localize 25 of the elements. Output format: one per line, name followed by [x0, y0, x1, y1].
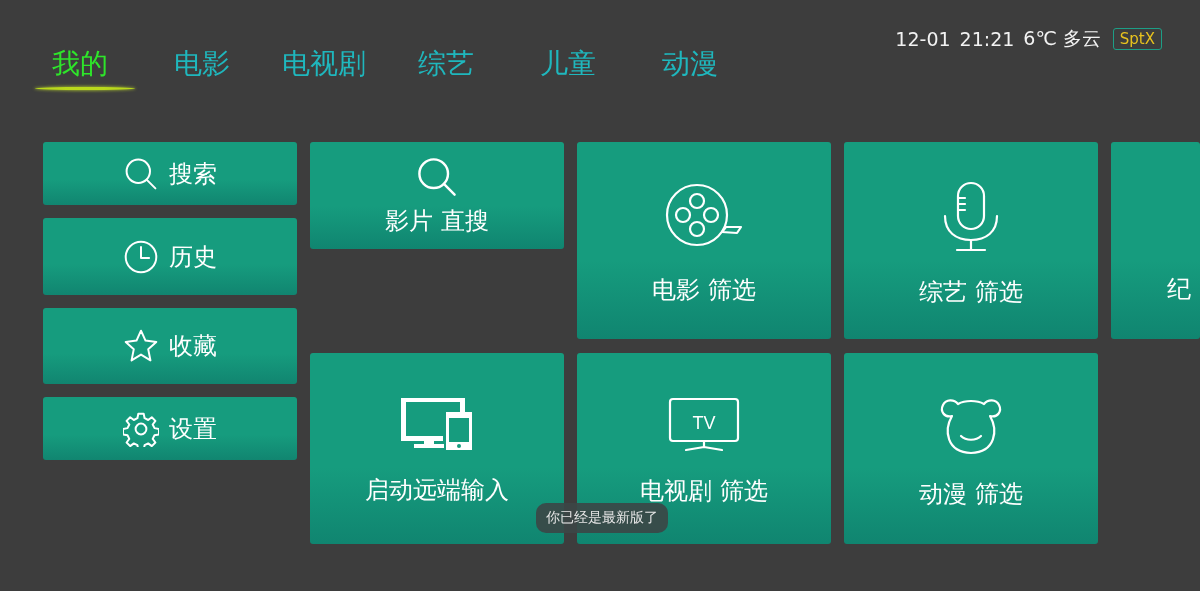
nav-tab[interactable]: 我的	[19, 44, 141, 94]
clock-icon	[123, 238, 159, 275]
nav-tab[interactable]: 儿童	[507, 44, 629, 94]
nav-tab[interactable]: 电影	[141, 44, 263, 94]
category-tile[interactable]: 综艺 筛选	[844, 142, 1098, 339]
nav-tab[interactable]: 综艺	[385, 44, 507, 94]
menu-button[interactable]: 搜索	[43, 142, 297, 205]
status-date: 12-01	[895, 28, 951, 50]
version-badge: SptX	[1112, 28, 1162, 50]
nav-tab[interactable]: 动漫	[629, 44, 751, 94]
star-icon	[123, 328, 159, 364]
menu-button[interactable]: 收藏	[43, 308, 297, 384]
category-tile[interactable]: 纪	[1111, 142, 1200, 339]
menu-button[interactable]: 设置	[43, 397, 297, 460]
status-time: 21:21	[959, 28, 1015, 50]
weather-text: 6℃ 多云	[1023, 26, 1101, 51]
category-tile[interactable]: 影片 直搜	[310, 142, 564, 249]
toast-message: 你已经是最新版了	[536, 503, 668, 533]
monitor-and-phone-icon	[401, 397, 473, 452]
menu-button[interactable]: 历史	[43, 218, 297, 295]
microphone-icon	[941, 179, 1001, 254]
nav-tab[interactable]: 电视剧	[263, 44, 385, 94]
category-tile[interactable]: 电影 筛选	[577, 142, 831, 339]
gear-icon	[123, 410, 159, 447]
category-tile[interactable]: 动漫 筛选	[844, 353, 1098, 544]
